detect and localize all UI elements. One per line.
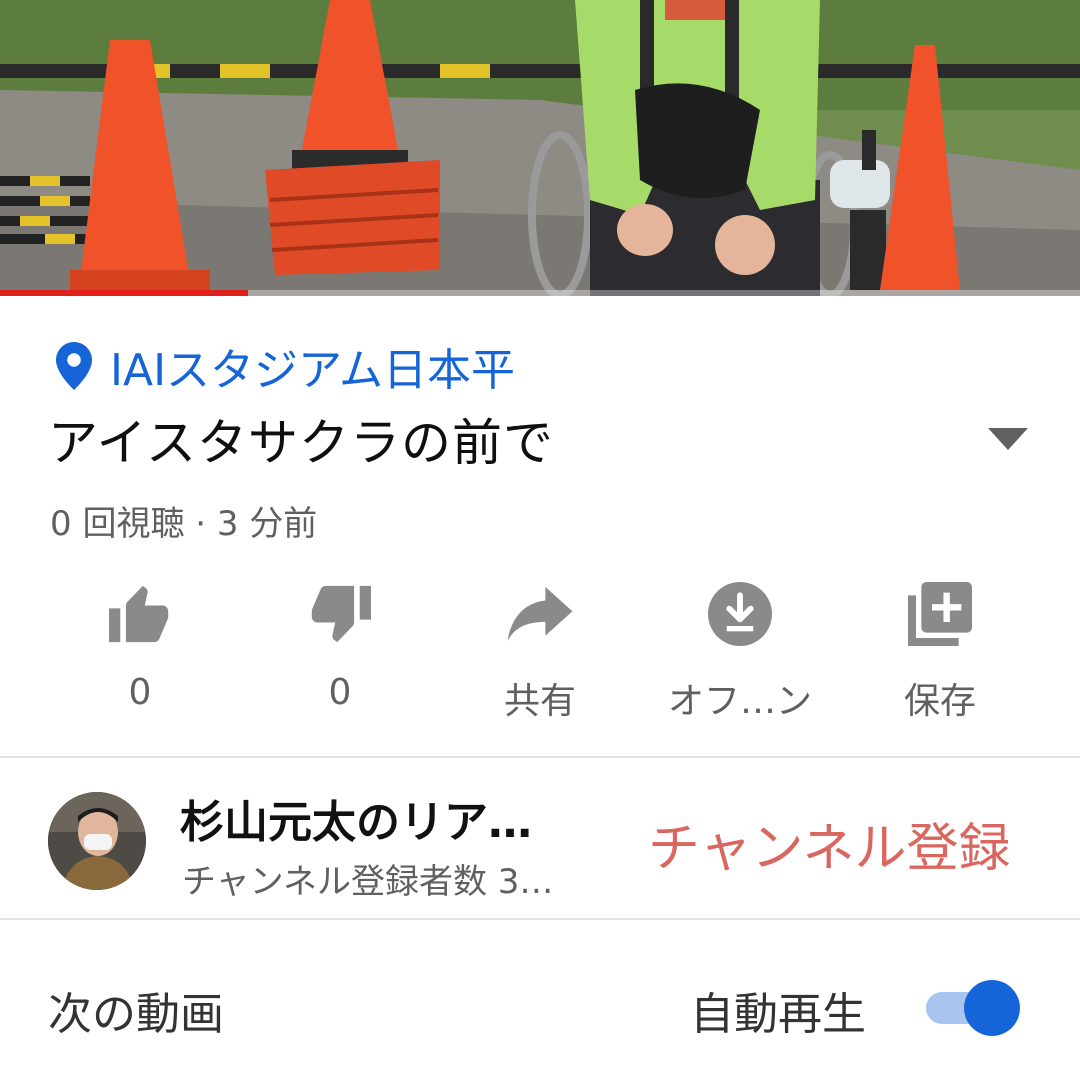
autoplay-toggle-knob xyxy=(964,980,1020,1036)
channel-avatar[interactable] xyxy=(48,792,146,890)
autoplay-toggle[interactable] xyxy=(926,980,1020,1036)
location-pin-icon xyxy=(56,342,92,390)
video-title: アイスタサクラの前で xyxy=(48,414,554,472)
video-location[interactable]: IAIスタジアム日本平 xyxy=(56,338,515,396)
save-to-playlist-icon xyxy=(908,582,972,646)
download-label: オフ…ン xyxy=(667,681,812,722)
divider xyxy=(0,918,1080,920)
save-button[interactable]: 保存 xyxy=(840,578,1040,728)
autoplay-label: 自動再生 xyxy=(690,989,866,1040)
action-bar: 0 0 共有 オフ…ン 保存 xyxy=(40,578,1040,728)
subscribe-button[interactable]: チャンネル登録 xyxy=(648,806,1010,881)
share-icon xyxy=(507,587,573,641)
download-button[interactable]: オフ…ン xyxy=(640,578,840,728)
download-icon xyxy=(708,582,772,646)
up-next-label: 次の動画 xyxy=(48,989,224,1040)
dislike-count: 0 xyxy=(328,672,352,713)
channel-name[interactable]: 杉山元太のリア… xyxy=(180,786,620,850)
like-count: 0 xyxy=(128,672,152,713)
expand-description-icon[interactable] xyxy=(988,428,1028,450)
share-button[interactable]: 共有 xyxy=(440,578,640,728)
dislike-button[interactable]: 0 xyxy=(240,578,440,728)
video-player[interactable] xyxy=(0,0,1080,296)
divider xyxy=(0,756,1080,758)
video-frame xyxy=(0,0,1080,296)
video-progress-bar[interactable] xyxy=(0,290,1080,296)
thumbs-down-icon xyxy=(311,585,371,643)
channel-subscriber-count: チャンネル登録者数 3… xyxy=(182,862,554,902)
location-label: IAIスタジアム日本平 xyxy=(110,345,515,396)
like-button[interactable]: 0 xyxy=(40,578,240,728)
video-title-row[interactable]: アイスタサクラの前で xyxy=(48,404,1038,474)
video-meta: 0 回視聴 · 3 分前 xyxy=(50,504,318,544)
avatar-photo xyxy=(48,792,146,890)
share-label: 共有 xyxy=(503,681,576,722)
save-label: 保存 xyxy=(903,681,976,722)
video-progress-fill xyxy=(0,290,249,296)
thumbs-up-icon xyxy=(109,585,169,643)
